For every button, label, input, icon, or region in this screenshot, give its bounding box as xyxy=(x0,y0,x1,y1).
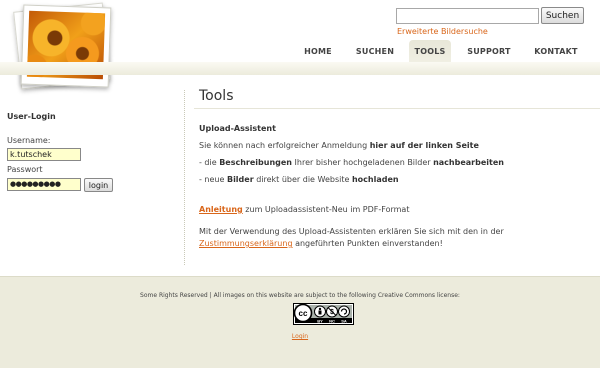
advanced-search-link[interactable]: Erweiterte Bildersuche xyxy=(397,27,488,36)
consent-line-1: Mit der Verwendung des Upload-Assistente… xyxy=(199,227,504,236)
column-divider xyxy=(184,90,185,265)
password-label: Passwort xyxy=(7,165,43,174)
page-title: Tools xyxy=(199,88,234,104)
nav-tools[interactable]: TOOLS xyxy=(409,40,451,62)
nav-support[interactable]: SUPPORT xyxy=(463,40,515,62)
bullet-descriptions: - die Beschreibungen Ihrer bisher hochge… xyxy=(199,158,504,167)
nav-suchen[interactable]: SUCHEN xyxy=(350,40,400,62)
cc-label-sa: SA xyxy=(341,319,347,324)
nav-home[interactable]: HOME xyxy=(296,40,340,62)
guide-line: Anleitung zum Uploadassistent-Neu im PDF… xyxy=(199,205,410,214)
svg-text:cc: cc xyxy=(299,309,308,318)
consent-link[interactable]: Zustimmungserklärung xyxy=(199,239,293,248)
footer-login-link[interactable]: Login xyxy=(0,333,600,340)
nav-band xyxy=(0,62,600,75)
cc-label-nc: NC xyxy=(329,319,335,324)
username-label: Username: xyxy=(7,136,51,145)
username-field[interactable]: k.tutschek xyxy=(7,148,81,161)
search-button[interactable]: Suchen xyxy=(541,7,584,24)
nav-kontakt[interactable]: KONTAKT xyxy=(528,40,584,62)
cc-label-by: BY xyxy=(317,319,323,324)
login-heading: User-Login xyxy=(7,112,56,121)
cc-license-badge[interactable]: cc $ BY NC SA xyxy=(293,303,354,325)
main-nav: HOME SUCHEN TOOLS SUPPORT KONTAKT xyxy=(0,40,600,62)
license-text: Some Rights Reserved | All images on thi… xyxy=(140,292,460,299)
bullet-upload: - neue Bilder direkt über die Website ho… xyxy=(199,175,399,184)
guide-link[interactable]: Anleitung xyxy=(199,205,243,214)
intro-line: Sie können nach erfolgreicher Anmeldung … xyxy=(199,141,479,150)
section-heading: Upload-Assistent xyxy=(199,124,276,133)
password-field[interactable]: ●●●●●●●●● xyxy=(7,178,81,191)
search-input[interactable] xyxy=(396,8,539,24)
title-rule xyxy=(194,108,600,109)
login-button[interactable]: login xyxy=(84,178,113,192)
consent-line-2: Zustimmungserklärung angeführten Punkten… xyxy=(199,239,443,248)
